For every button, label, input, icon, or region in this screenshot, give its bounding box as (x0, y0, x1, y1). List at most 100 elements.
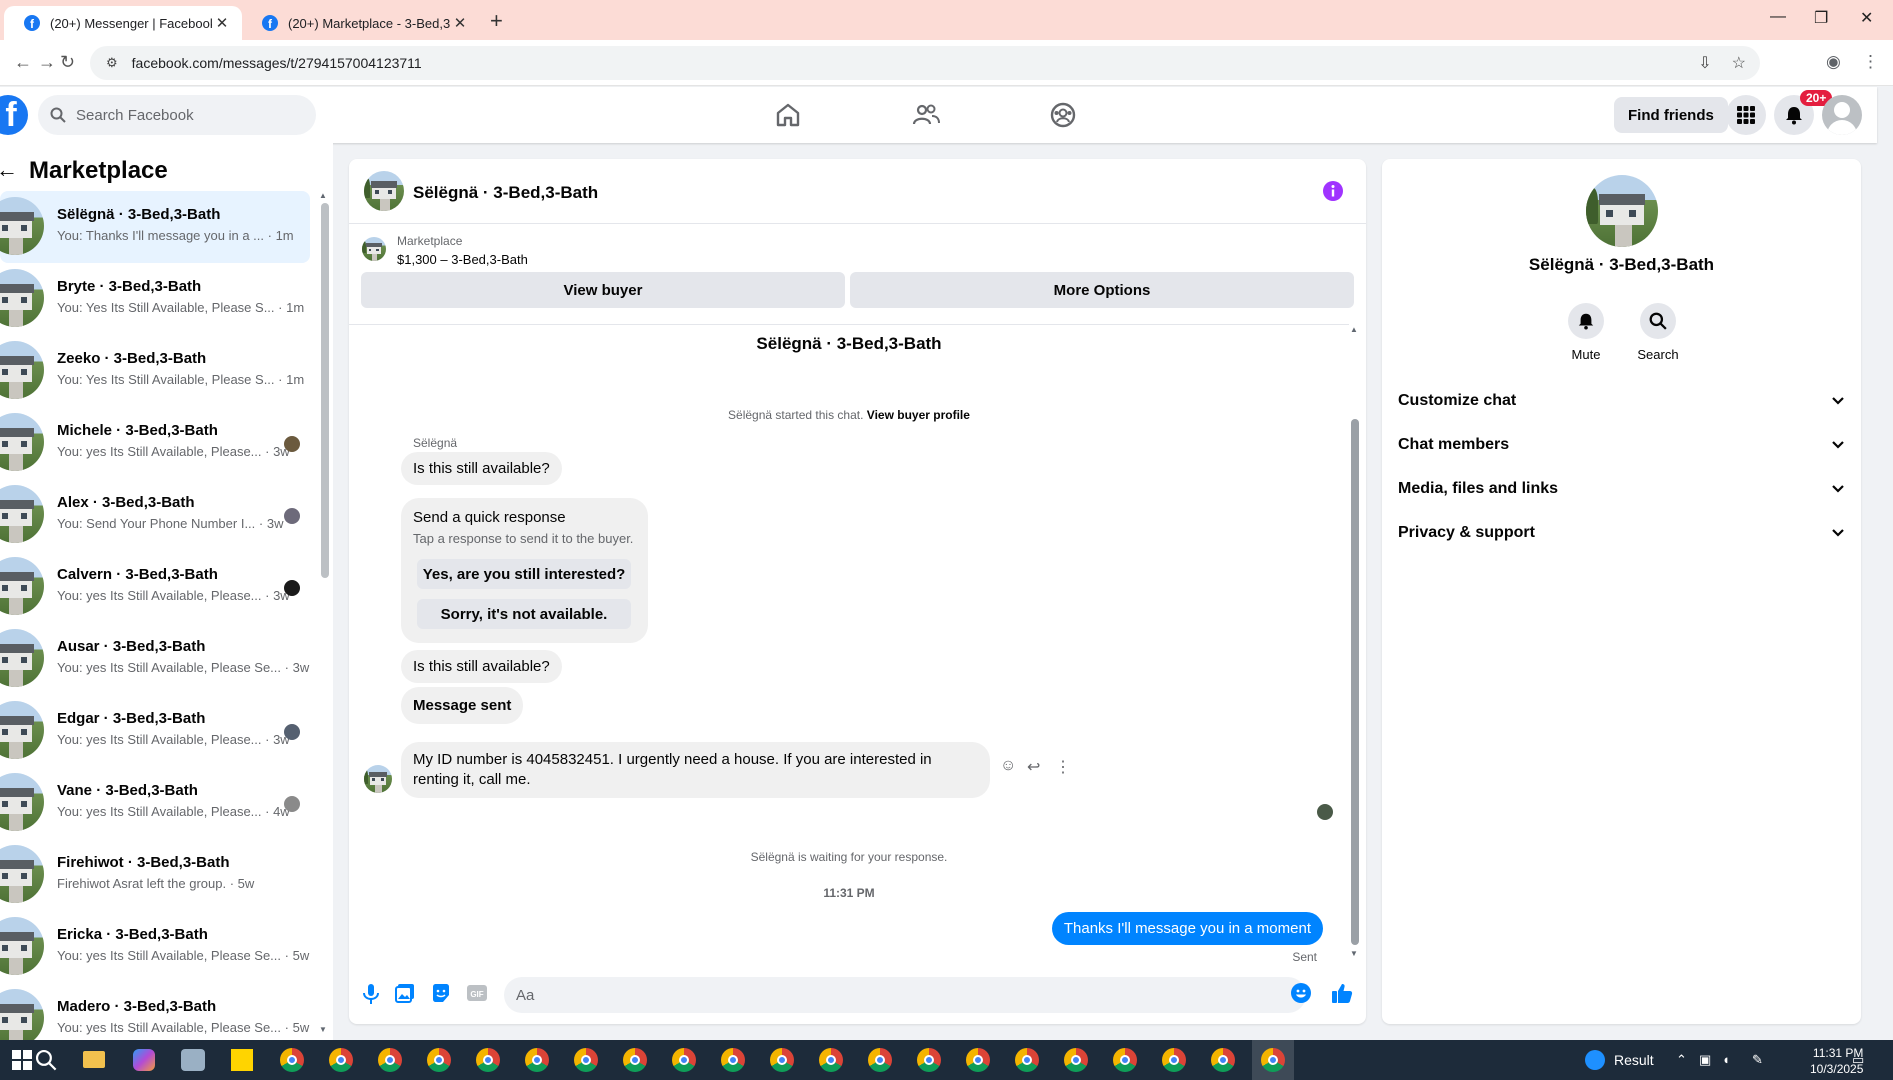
cricket-score-icon[interactable] (1585, 1050, 1605, 1070)
conversation-title[interactable]: Sëlëgnä · 3-Bed,3-Bath (413, 183, 598, 203)
minimize-icon[interactable]: — (1770, 8, 1786, 26)
chrome-icon[interactable] (1064, 1048, 1088, 1072)
chrome-icon[interactable] (1113, 1048, 1137, 1072)
notification-center-icon[interactable]: ▭ (1852, 1052, 1864, 1068)
sticker-icon[interactable] (431, 983, 451, 1003)
groups-icon[interactable] (1049, 101, 1077, 129)
thread-scrollbar[interactable] (1351, 419, 1359, 945)
menu-grid-icon[interactable] (1726, 95, 1766, 135)
chrome-icon[interactable] (672, 1048, 696, 1072)
close-tab-icon[interactable]: ✕ (212, 14, 232, 32)
message-input[interactable] (504, 977, 1306, 1013)
view-buyer-profile-link[interactable]: View buyer profile (867, 408, 970, 422)
search-facebook-input[interactable]: Search Facebook (38, 95, 316, 135)
view-buyer-button[interactable]: View buyer (361, 272, 845, 308)
conversation-avatar[interactable] (364, 171, 404, 211)
friends-icon[interactable] (912, 101, 940, 129)
chat-item-calvern[interactable]: Calvern · 3-Bed,3-Bath You: yes Its Stil… (0, 551, 310, 623)
mute-button[interactable]: Mute (1551, 303, 1621, 362)
chrome-icon[interactable] (1211, 1048, 1235, 1072)
quick-reply-yes-button[interactable]: Yes, are you still interested? (417, 559, 631, 589)
chat-item-edgar[interactable]: Edgar · 3-Bed,3-Bath You: yes Its Still … (0, 695, 310, 767)
chat-item-bryte[interactable]: Bryte · 3-Bed,3-Bath You: Yes Its Still … (0, 263, 310, 335)
chrome-icon[interactable] (1162, 1048, 1186, 1072)
photo-icon[interactable] (395, 983, 415, 1003)
find-friends-button[interactable]: Find friends (1614, 97, 1728, 133)
more-options-button[interactable]: More Options (850, 272, 1354, 308)
quick-reply-no-button[interactable]: Sorry, it's not available. (417, 599, 631, 629)
chrome-icon[interactable] (574, 1048, 598, 1072)
more-actions-icon[interactable]: ⋮ (1055, 757, 1071, 777)
site-info-icon[interactable]: ⚙ (106, 55, 118, 71)
new-tab-icon[interactable]: + (490, 8, 503, 34)
windows-start-icon[interactable] (12, 1050, 32, 1070)
volume-icon[interactable]: ◖ (1722, 1052, 1730, 1067)
account-avatar[interactable] (1822, 95, 1862, 135)
listing-price[interactable]: $1,300 – 3-Bed,3-Bath (397, 252, 528, 267)
chat-item-firehiwot[interactable]: Firehiwot · 3-Bed,3-Bath Firehiwot Asrat… (0, 839, 310, 911)
chat-item-madero[interactable]: Madero · 3-Bed,3-Bath You: yes Its Still… (0, 983, 310, 1040)
close-window-icon[interactable]: ✕ (1860, 8, 1873, 28)
profile-icon[interactable]: ◉ (1826, 52, 1841, 72)
chat-item-michele[interactable]: Michele · 3-Bed,3-Bath You: yes Its Stil… (0, 407, 310, 479)
chrome-icon[interactable] (770, 1048, 794, 1072)
app-icon[interactable] (181, 1049, 205, 1071)
scroll-down-arrow-icon[interactable]: ▼ (319, 1025, 327, 1034)
chrome-icon[interactable] (721, 1048, 745, 1072)
sidebar-scrollbar[interactable] (321, 203, 329, 578)
chrome-icon[interactable] (280, 1048, 304, 1072)
network-icon[interactable]: ▣ (1699, 1052, 1711, 1068)
pen-icon[interactable]: ✎ (1752, 1052, 1763, 1068)
chrome-icon[interactable] (329, 1048, 353, 1072)
sender-avatar[interactable] (364, 765, 392, 793)
chat-item-ausar[interactable]: Ausar · 3-Bed,3-Bath You: yes Its Still … (0, 623, 310, 695)
chat-item-ericka[interactable]: Ericka · 3-Bed,3-Bath You: yes Its Still… (0, 911, 310, 983)
privacy-support-row[interactable]: Privacy & support (1398, 513, 1845, 553)
url-field[interactable]: ⚙ facebook.com/messages/t/27941570041237… (90, 46, 1760, 80)
chrome-icon[interactable] (476, 1048, 500, 1072)
chrome-icon[interactable] (378, 1048, 402, 1072)
restore-icon[interactable]: ❐ (1814, 8, 1828, 28)
chrome-icon[interactable] (525, 1048, 549, 1072)
chat-item-selegna[interactable]: Sëlëgnä · 3-Bed,3-Bath You: Thanks I'll … (0, 191, 310, 263)
media-files-links-row[interactable]: Media, files and links (1398, 469, 1845, 509)
bookmark-star-icon[interactable]: ☆ (1732, 53, 1746, 73)
chrome-icon[interactable] (1015, 1048, 1039, 1072)
gif-icon[interactable]: GIF (466, 983, 488, 1003)
facebook-logo-icon[interactable]: f (0, 95, 28, 135)
reply-icon[interactable]: ↩ (1027, 757, 1040, 777)
info-icon[interactable] (1323, 181, 1343, 201)
scroll-up-arrow-icon[interactable]: ▲ (1350, 325, 1358, 334)
chat-item-alex[interactable]: Alex · 3-Bed,3-Bath You: Send Your Phone… (0, 479, 310, 551)
back-arrow-icon[interactable]: ← (0, 157, 18, 183)
widget-result-label[interactable]: Result (1614, 1052, 1654, 1068)
tab-marketplace[interactable]: f (20+) Marketplace - 3-Bed,3-Bath ✕ (242, 6, 480, 40)
chrome-icon[interactable] (917, 1048, 941, 1072)
reload-icon[interactable]: ↻ (60, 52, 75, 73)
chrome-icon[interactable] (868, 1048, 892, 1072)
search-in-chat-button[interactable]: Search (1623, 303, 1693, 362)
emoji-icon[interactable] (1291, 983, 1311, 1003)
show-hidden-icons-icon[interactable]: ⌃ (1676, 1052, 1687, 1068)
home-icon[interactable] (774, 101, 802, 129)
customize-chat-row[interactable]: Customize chat (1398, 381, 1845, 421)
profile-avatar[interactable] (1586, 175, 1658, 247)
file-explorer-icon[interactable] (83, 1051, 105, 1068)
copilot-icon[interactable] (133, 1049, 155, 1071)
chrome-icon[interactable] (623, 1048, 647, 1072)
chrome-icon[interactable] (966, 1048, 990, 1072)
forward-icon[interactable]: → (38, 52, 56, 73)
sticky-notes-icon[interactable] (231, 1049, 253, 1071)
browser-menu-icon[interactable]: ⋮ (1862, 52, 1879, 72)
chat-item-vane[interactable]: Vane · 3-Bed,3-Bath You: yes Its Still A… (0, 767, 310, 839)
back-icon[interactable]: ← (14, 52, 32, 73)
like-thumb-icon[interactable] (1331, 982, 1353, 1004)
tab-messenger[interactable]: f (20+) Messenger | Facebook ✕ (4, 6, 242, 40)
react-emoji-icon[interactable]: ☺ (1000, 757, 1016, 775)
chat-item-zeeko[interactable]: Zeeko · 3-Bed,3-Bath You: Yes Its Still … (0, 335, 310, 407)
scroll-up-arrow-icon[interactable]: ▲ (319, 191, 327, 200)
microphone-icon[interactable] (361, 983, 381, 1005)
taskbar-search-icon[interactable] (35, 1049, 57, 1071)
install-app-icon[interactable]: ⇩ (1698, 53, 1711, 73)
chrome-icon[interactable] (427, 1048, 451, 1072)
